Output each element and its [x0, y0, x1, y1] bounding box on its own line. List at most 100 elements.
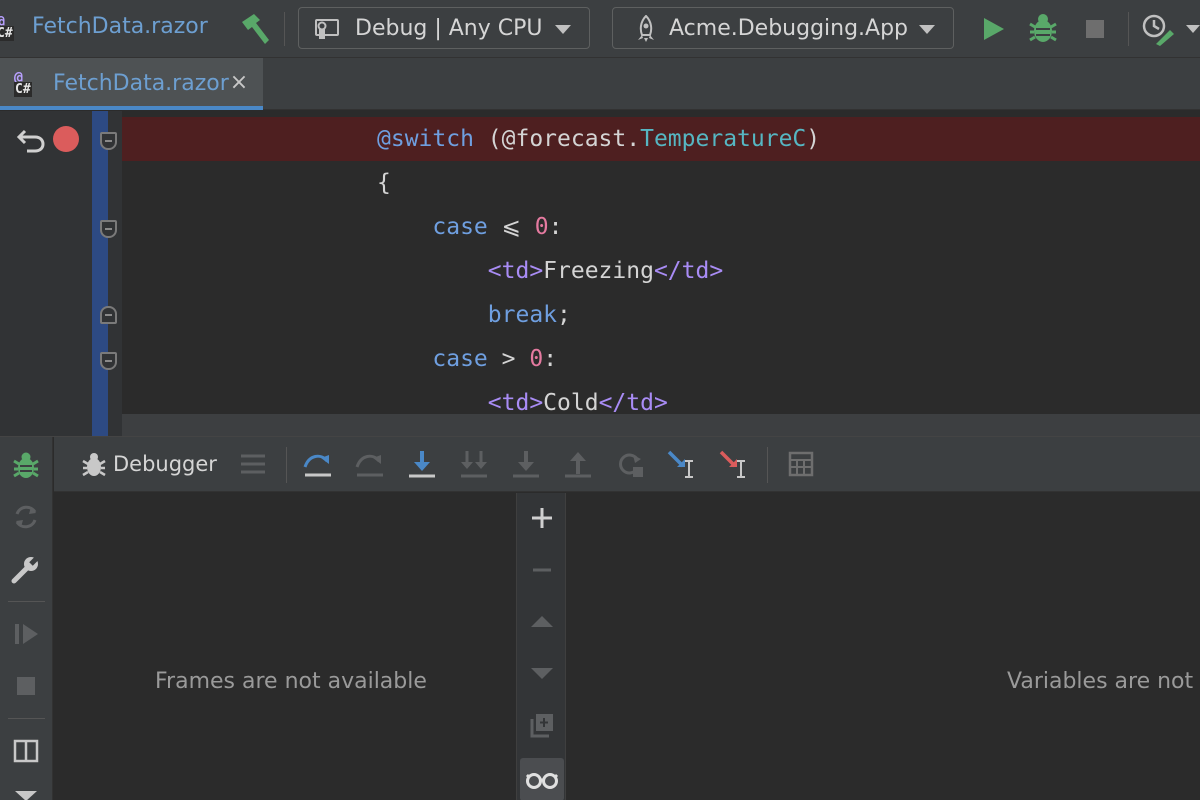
code-token: </td>: [598, 390, 668, 416]
code-token: ): [806, 126, 821, 152]
toolbar-separator: [767, 447, 768, 483]
code-token: :: [548, 214, 563, 240]
run-configuration-combo[interactable]: Acme.Debugging.App: [612, 7, 954, 49]
toolbar-separator: [1128, 12, 1129, 46]
frames-pane[interactable]: Frames are not available: [54, 493, 516, 800]
code-token: <td>: [377, 390, 544, 416]
side-separator: [8, 718, 45, 719]
razor-file-icon: @ C#: [0, 12, 22, 46]
code-token: </td>: [653, 258, 724, 284]
fold-toggle-icon[interactable]: [100, 220, 117, 238]
code-token: {: [377, 170, 391, 196]
debug-side-toolbar: [0, 437, 53, 800]
move-down-icon[interactable]: [525, 656, 559, 690]
run-target-label: Acme.Debugging.App: [669, 16, 909, 41]
code-token: TemperatureC: [640, 126, 807, 152]
step-over-icon[interactable]: [353, 447, 387, 481]
vcs-change-marker[interactable]: [92, 111, 108, 436]
tab-label: FetchData.razor: [53, 71, 229, 96]
tab-fetchdata-razor[interactable]: @ C# FetchData.razor ×: [0, 58, 263, 110]
build-config-label: Debug | Any CPU: [355, 16, 543, 41]
build-config-combo[interactable]: Debug | Any CPU: [298, 7, 590, 49]
code-token: ⩽: [487, 214, 535, 240]
play-icon[interactable]: [974, 10, 1012, 48]
code-line[interactable]: break;: [377, 293, 571, 337]
code-token: break: [377, 302, 558, 328]
show-execution-point-icon[interactable]: [301, 447, 335, 481]
side-separator: [8, 601, 45, 602]
calculator-icon[interactable]: [784, 447, 818, 481]
code-token: :: [543, 346, 558, 372]
bug-icon: [82, 453, 106, 477]
stop-icon[interactable]: [9, 669, 43, 703]
debugger-tab-label: Debugger: [113, 452, 217, 476]
toolbar-separator: [286, 447, 287, 483]
fold-toggle-icon[interactable]: [100, 306, 117, 324]
fold-column: [108, 111, 122, 436]
fold-toggle-icon[interactable]: [100, 352, 117, 370]
code-line[interactable]: case > 0:: [377, 337, 557, 381]
move-up-icon[interactable]: [525, 605, 559, 639]
fold-toggle-icon[interactable]: [100, 132, 117, 150]
frames-empty-message: Frames are not available: [155, 669, 427, 694]
glasses-icon: [525, 773, 559, 789]
code-token: <td>: [377, 258, 544, 284]
code-token: 0: [534, 214, 549, 240]
force-step-into-icon[interactable]: [457, 447, 491, 481]
config-icon: [315, 19, 339, 39]
add-icon[interactable]: [525, 501, 559, 535]
jump-to-statement-icon[interactable]: [717, 447, 751, 481]
code-token: 0: [529, 346, 544, 372]
hammer-icon[interactable]: [236, 10, 274, 48]
chevron-down-icon[interactable]: [9, 783, 43, 800]
chevron-down-icon[interactable]: [1186, 25, 1200, 33]
step-out-icon[interactable]: [561, 447, 595, 481]
razor-file-icon: @ C#: [14, 68, 32, 97]
chevron-down-icon: [919, 25, 935, 34]
code-token: Cold: [543, 390, 599, 416]
close-icon[interactable]: ×: [228, 70, 250, 96]
profiler-icon[interactable]: [1140, 10, 1178, 48]
code-line[interactable]: <td>Freezing</td>: [377, 249, 723, 293]
variables-pane[interactable]: Variables are not a: [566, 493, 1200, 800]
code-line[interactable]: case ⩽ 0:: [377, 205, 562, 249]
code-token: case: [377, 346, 488, 372]
main-toolbar: @ C# FetchData.razor Debug | Any CPU Acm…: [0, 0, 1200, 58]
remove-icon[interactable]: [525, 553, 559, 587]
code-token: ;: [557, 302, 571, 328]
chevron-down-icon: [555, 25, 571, 34]
code-editor[interactable]: @switch (@forecast.TemperatureC) { case ⩽…: [0, 111, 1200, 436]
wrench-icon[interactable]: [9, 552, 43, 586]
rocket-icon: [638, 15, 654, 42]
bug-icon[interactable]: [1024, 10, 1062, 48]
step-into-icon[interactable]: [405, 447, 439, 481]
smart-step-into-icon[interactable]: [509, 447, 543, 481]
breakpoint-icon[interactable]: [53, 126, 79, 152]
watches-toolbar: [516, 493, 566, 800]
bug-icon[interactable]: [9, 449, 43, 483]
code-line[interactable]: @switch (@forecast.TemperatureC): [377, 117, 820, 161]
set-next-statement-icon[interactable]: [665, 447, 699, 481]
rollback-icon[interactable]: [15, 123, 47, 155]
code-line[interactable]: {: [377, 161, 391, 205]
code-token: (@forecast.: [473, 126, 641, 152]
code-token: Freezing: [543, 258, 654, 284]
menu-lines-icon[interactable]: [236, 447, 270, 481]
editor-gutter[interactable]: [0, 111, 92, 436]
code-token: >: [487, 346, 530, 372]
duplicate-icon[interactable]: [525, 708, 559, 742]
run-to-cursor-icon[interactable]: [613, 447, 647, 481]
variables-empty-message: Variables are not a: [1007, 669, 1200, 694]
code-token: case: [377, 214, 488, 240]
editor-tab-bar: @ C# FetchData.razor ×: [0, 58, 1200, 110]
stop-icon[interactable]: [1076, 10, 1114, 48]
show-watches-toggle[interactable]: [520, 758, 564, 800]
toolbar-separator: [284, 12, 285, 46]
resume-icon[interactable]: [9, 617, 43, 651]
layout-icon[interactable]: [9, 734, 43, 768]
horizontal-scrollbar[interactable]: [122, 414, 1200, 436]
nav-bar-file-name[interactable]: FetchData.razor: [32, 14, 208, 39]
code-token: @switch: [377, 126, 474, 152]
debugger-toolbar: Debugger: [54, 437, 1200, 492]
rerun-icon[interactable]: [9, 500, 43, 534]
